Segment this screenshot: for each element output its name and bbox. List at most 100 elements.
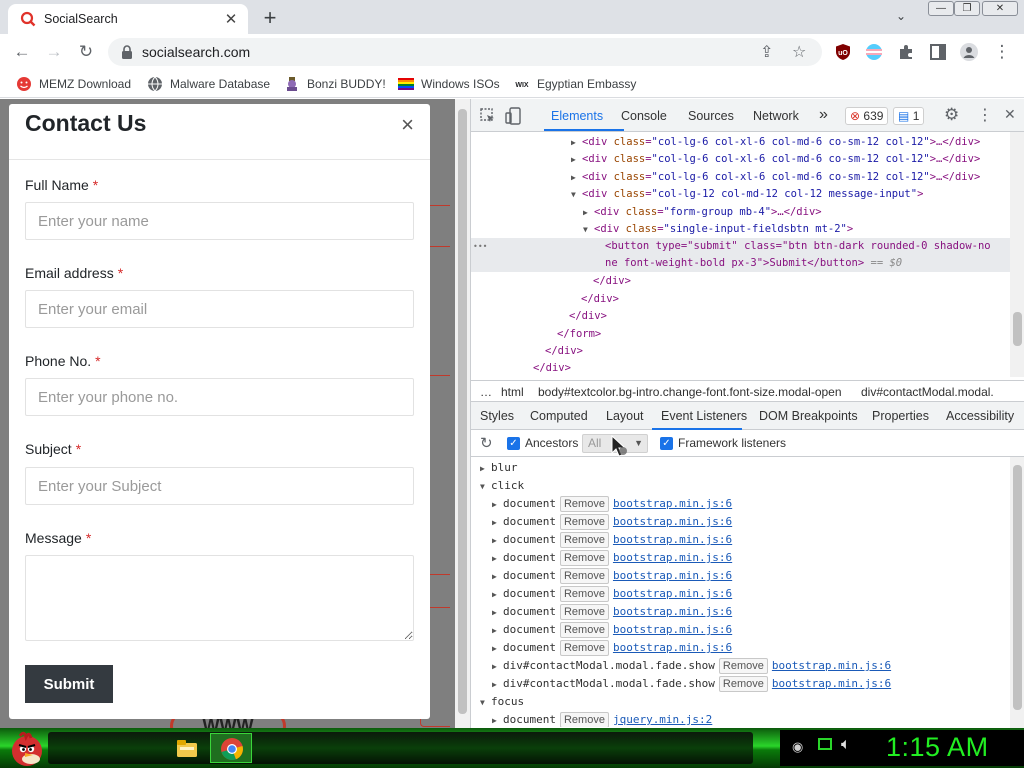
listener-row[interactable]: ▶ document Remove bootstrap.min.js:6 xyxy=(492,531,732,549)
lock-icon[interactable] xyxy=(120,44,134,60)
listener-source-link[interactable]: bootstrap.min.js:6 xyxy=(613,587,732,600)
devtools-menu-icon[interactable]: ⋮ xyxy=(977,105,993,125)
page-scrollbar[interactable] xyxy=(455,99,470,728)
remove-listener-button[interactable]: Remove xyxy=(559,586,609,602)
taskbar-clock[interactable]: 1:15 AM xyxy=(886,732,989,763)
collapsed-triangle-icon[interactable]: ▶ xyxy=(492,676,503,694)
new-tab-button[interactable]: + xyxy=(258,5,282,31)
network-icon[interactable] xyxy=(818,738,832,750)
listener-row[interactable]: ▶ document Remove bootstrap.min.js:6 xyxy=(492,585,732,603)
dom-node-row[interactable]: ▶ <div class="form-group mb-4">…</div> xyxy=(583,204,822,221)
collapsed-triangle-icon[interactable]: ▶ xyxy=(571,169,582,186)
submit-button[interactable]: Submit xyxy=(25,665,113,703)
listener-row[interactable]: ▶ document Remove bootstrap.min.js:6 xyxy=(492,621,732,639)
subtab-event-listeners[interactable]: Event Listeners xyxy=(661,409,747,423)
remove-listener-button[interactable]: Remove xyxy=(559,568,609,584)
expanded-triangle-icon[interactable]: ▼ xyxy=(480,694,491,712)
listener-row[interactable]: ▶ document Remove bootstrap.min.js:6 xyxy=(492,495,732,513)
collapsed-triangle-icon[interactable]: ▶ xyxy=(492,586,503,604)
listener-row[interactable]: ▶ document Remove bootstrap.min.js:6 xyxy=(492,567,732,585)
expanded-triangle-icon[interactable]: ▼ xyxy=(480,478,491,496)
listener-row[interactable]: ▶ div#contactModal.modal.fade.show Remove b… xyxy=(492,675,891,693)
breadcrumb-ellipsis[interactable]: … xyxy=(480,385,492,399)
collapsed-triangle-icon[interactable]: ▶ xyxy=(492,550,503,568)
listener-source-link[interactable]: bootstrap.min.js:6 xyxy=(613,551,732,564)
chrome-taskbar-button[interactable] xyxy=(210,733,252,763)
listeners-scrollbar[interactable] xyxy=(1010,457,1024,728)
window-close-button[interactable]: ✕ xyxy=(982,1,1018,16)
tab-search-chevron-icon[interactable]: ⌄ xyxy=(896,9,906,23)
collapsed-triangle-icon[interactable]: ▶ xyxy=(492,658,503,676)
angry-bird-start-icon[interactable] xyxy=(6,728,46,768)
messages-badge[interactable]: ▤ 1 xyxy=(893,107,925,125)
modal-close-icon[interactable]: × xyxy=(401,112,414,138)
remove-listener-button[interactable]: Remove xyxy=(559,604,609,620)
elements-scrollbar[interactable] xyxy=(1010,132,1024,377)
bookmark-malware-database[interactable]: Malware Database xyxy=(147,76,270,92)
subtab-properties[interactable]: Properties xyxy=(872,409,929,423)
collapsed-triangle-icon[interactable]: ▶ xyxy=(492,604,503,622)
settings-gear-icon[interactable]: ⚙ xyxy=(944,105,959,125)
browser-tab-socialsearch[interactable]: SocialSearch ✕ xyxy=(8,4,248,34)
full-name-input[interactable] xyxy=(25,202,414,240)
dom-node-row[interactable]: ▶ <div class="col-lg-6 col-xl-6 col-md-6 … xyxy=(571,134,980,151)
dom-node-row[interactable]: ▶ <div class="col-lg-6 col-xl-6 col-md-6 … xyxy=(571,151,980,168)
listener-row[interactable]: ▶ div#contactModal.modal.fade.show Remove b… xyxy=(492,657,891,675)
tab-close-icon[interactable]: ✕ xyxy=(222,10,240,28)
profile-avatar-icon[interactable] xyxy=(960,43,978,61)
expanded-triangle-icon[interactable]: ▼ xyxy=(583,221,594,238)
back-button[interactable]: ← xyxy=(12,42,32,62)
tray-expand-icon[interactable]: ◉ xyxy=(792,739,803,755)
remove-listener-button[interactable]: Remove xyxy=(559,622,609,638)
restore-button[interactable]: ❐ xyxy=(954,1,980,16)
subject-input[interactable] xyxy=(25,467,414,505)
device-toolbar-icon[interactable] xyxy=(505,107,521,125)
devtools-close-icon[interactable]: ✕ xyxy=(1004,106,1016,123)
dom-closing-tag[interactable]: </form> xyxy=(557,326,601,343)
address-bar[interactable]: socialsearch.com ⇪ ☆ xyxy=(108,38,822,66)
bookmark-egyptian-embassy[interactable]: WIX Egyptian Embassy xyxy=(514,76,636,92)
collapsed-triangle-icon[interactable]: ▶ xyxy=(583,204,594,221)
bookmark-windows-isos[interactable]: Windows ISOs xyxy=(398,76,500,92)
email-input[interactable] xyxy=(25,290,414,328)
tab-console[interactable]: Console xyxy=(621,109,667,123)
ancestors-checkbox[interactable]: ✓ xyxy=(507,437,520,450)
listener-row[interactable]: ▶ document Remove bootstrap.min.js:6 xyxy=(492,603,732,621)
collapsed-triangle-icon[interactable]: ▶ xyxy=(492,568,503,586)
dom-closing-tag[interactable]: </div> xyxy=(581,291,619,308)
minimize-button[interactable]: — xyxy=(928,1,954,16)
listener-source-link[interactable]: bootstrap.min.js:6 xyxy=(613,533,732,546)
collapsed-triangle-icon[interactable]: ▶ xyxy=(492,622,503,640)
remove-listener-button[interactable]: Remove xyxy=(559,640,609,656)
inspect-element-icon[interactable] xyxy=(480,108,496,124)
dom-node-row[interactable]: ▶ <div class="col-lg-6 col-xl-6 col-md-6 … xyxy=(571,169,980,186)
listener-source-link[interactable]: bootstrap.min.js:6 xyxy=(613,641,732,654)
subtab-computed[interactable]: Computed xyxy=(530,409,588,423)
chrome-menu-icon[interactable]: ⋮ xyxy=(992,42,1012,62)
listener-source-link[interactable]: bootstrap.min.js:6 xyxy=(613,515,732,528)
listener-row[interactable]: ▶ document Remove bootstrap.min.js:6 xyxy=(492,549,732,567)
refresh-icon[interactable]: ↻ xyxy=(480,434,493,452)
breadcrumb-body[interactable]: body#textcolor.bg-intro.change-font.font… xyxy=(538,385,842,399)
bookmark-bonzi-buddy[interactable]: Bonzi BUDDY! xyxy=(284,76,386,92)
subtab-layout[interactable]: Layout xyxy=(606,409,644,423)
listener-source-link[interactable]: jquery.min.js:2 xyxy=(613,713,712,726)
dom-closing-tag[interactable]: </div> xyxy=(533,360,571,377)
volume-icon[interactable]: 🔈︎ xyxy=(841,736,851,754)
listener-row[interactable]: ▶ document Remove bootstrap.min.js:6 xyxy=(492,513,732,531)
dom-node-row[interactable]: ▼ <div class="col-lg-12 col-md-12 col-12 … xyxy=(571,186,923,203)
dom-closing-tag[interactable]: </div> xyxy=(593,273,631,290)
event-listeners-list[interactable]: ▶ blur ▼ click ▶ document Remove bootstrap.min.… xyxy=(471,457,1011,727)
collapsed-triangle-icon[interactable]: ▶ xyxy=(492,514,503,532)
subtab-dom-breakpoints[interactable]: DOM Breakpoints xyxy=(759,409,858,423)
listener-row[interactable]: ▶ document Remove bootstrap.min.js:6 xyxy=(492,639,732,657)
listener-row[interactable]: ▶ document Remove jquery.min.js:2 xyxy=(492,711,712,727)
breadcrumb-modal-div[interactable]: div#contactModal.modal. xyxy=(861,385,994,399)
listeners-scrollbar-thumb[interactable] xyxy=(1013,465,1022,710)
listener-source-link[interactable]: bootstrap.min.js:6 xyxy=(613,569,732,582)
listener-source-link[interactable]: bootstrap.min.js:6 xyxy=(613,605,732,618)
remove-listener-button[interactable]: Remove xyxy=(718,676,768,692)
event-type-row[interactable]: ▼ click xyxy=(480,477,524,495)
node-actions-ellipsis-icon[interactable]: ••• xyxy=(473,238,487,255)
breadcrumb-html[interactable]: html xyxy=(501,385,524,399)
